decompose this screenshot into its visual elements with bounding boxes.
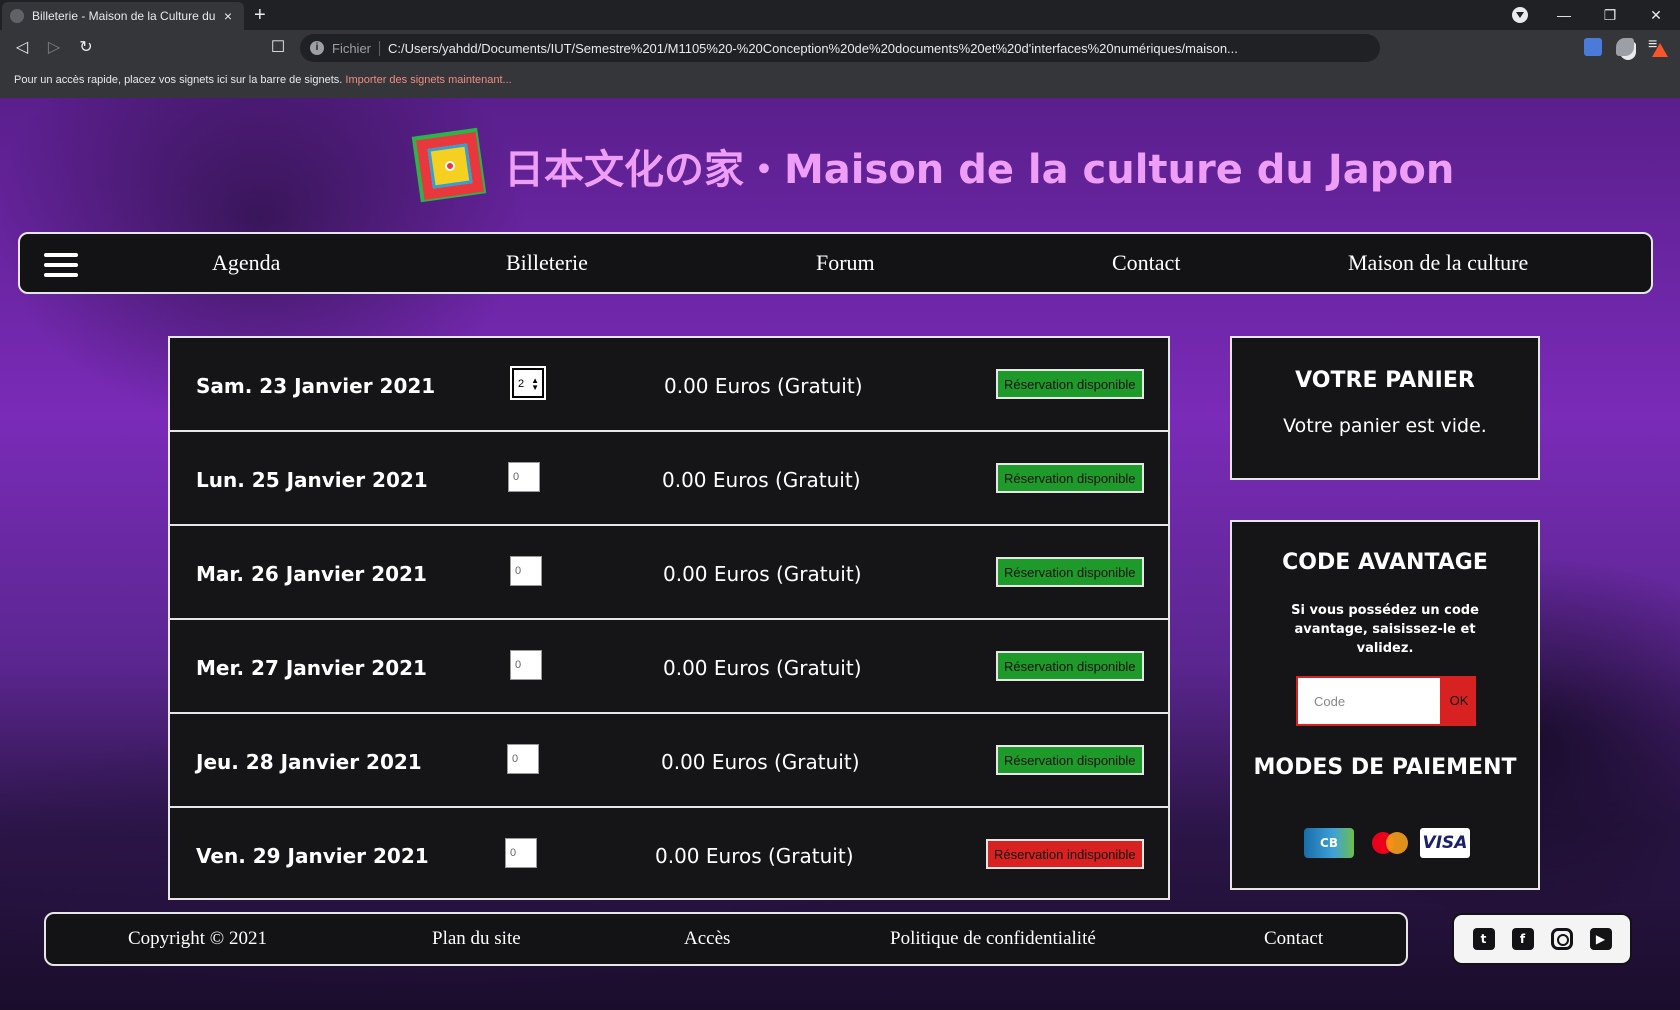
ticket-price: 0.00 Euros (Gratuit) (663, 562, 862, 586)
nav-item-agenda[interactable]: Agenda (212, 250, 280, 276)
instagram-icon[interactable] (1550, 928, 1573, 950)
promo-hint: Si vous possédez un code avantage, saisi… (1291, 603, 1479, 656)
promo-title: CODE AVANTAGE (1282, 550, 1488, 575)
nav-item-contact[interactable]: Contact (1112, 250, 1180, 276)
youtube-icon[interactable]: ▶ (1589, 928, 1612, 950)
forward-button[interactable]: ▷ (42, 36, 66, 60)
browser-menu-icon[interactable]: ≡ (1648, 36, 1657, 54)
status-badge: Réservation disponible (996, 369, 1144, 399)
footer-link-privacy[interactable]: Politique de confidentialité (890, 928, 1096, 950)
status-badge: Réservation indisponible (986, 839, 1144, 869)
payment-methods: CB VISA (1304, 828, 1470, 858)
status-badge: Réservation disponible (996, 463, 1144, 493)
back-button[interactable]: ◁ (10, 36, 34, 60)
status-badge: Réservation disponible (996, 651, 1144, 681)
footer-copyright: Copyright © 2021 (128, 928, 267, 949)
quantity-stepper[interactable]: 0 (510, 650, 542, 680)
promo-code-form: Code OK (1296, 676, 1476, 726)
close-window-button[interactable]: ✕ (1636, 2, 1676, 28)
promo-panel: CODE AVANTAGE Si vous possédez un code a… (1230, 520, 1540, 890)
ticket-price: 0.00 Euros (Gratuit) (655, 844, 854, 868)
hamburger-menu-icon[interactable] (44, 253, 78, 277)
bookmark-icon[interactable]: ☐ (266, 36, 290, 60)
footer-link-sitemap[interactable]: Plan du site (432, 928, 521, 950)
visa-card-icon: VISA (1420, 828, 1470, 858)
minimize-button[interactable]: — (1544, 2, 1584, 28)
bookmarks-bar: Pour un accès rapide, placez vos signets… (0, 66, 1680, 98)
ticket-date: Ven. 29 Janvier 2021 (196, 844, 429, 868)
twitter-icon[interactable]: t (1472, 928, 1495, 950)
ticket-date: Jeu. 28 Janvier 2021 (196, 750, 422, 774)
social-links: t f ▶ (1452, 913, 1632, 965)
nav-item-forum[interactable]: Forum (816, 250, 875, 276)
restore-button[interactable]: ❐ (1590, 2, 1630, 28)
site-header: 日本文化の家・Maison de la culture du Japon (410, 126, 1454, 206)
payment-title: MODES DE PAIEMENT (1253, 755, 1517, 780)
quantity-stepper[interactable]: 0 (505, 838, 537, 868)
main-nav: Agenda Billeterie Forum Contact Maison d… (18, 232, 1653, 294)
ticket-row: Mar. 26 Janvier 2021 0 0.00 Euros (Gratu… (170, 526, 1168, 620)
spinner-arrows-icon[interactable]: ▲ ▼ (531, 377, 539, 392)
site-logo[interactable] (410, 126, 490, 206)
site-footer: Copyright © 2021 Plan du site Accès Poli… (44, 912, 1408, 966)
ticket-row: Mer. 27 Janvier 2021 0 0.00 Euros (Gratu… (170, 620, 1168, 714)
ticket-price: 0.00 Euros (Gratuit) (662, 468, 861, 492)
ticket-date: Mar. 26 Janvier 2021 (196, 562, 427, 586)
info-icon[interactable]: i (310, 41, 324, 55)
status-badge: Réservation disponible (996, 557, 1144, 587)
page-background: 日本文化の家・Maison de la culture du Japon Age… (0, 98, 1680, 1010)
tab-close-icon[interactable]: × (220, 8, 236, 24)
footer-link-contact[interactable]: Contact (1264, 928, 1323, 950)
address-url[interactable]: C:/Users/yahdd/Documents/IUT/Semestre%20… (388, 41, 1370, 56)
ticket-row: Jeu. 28 Janvier 2021 0 0.00 Euros (Gratu… (170, 714, 1168, 808)
nav-item-billeterie[interactable]: Billeterie (506, 250, 588, 276)
address-bar[interactable]: i Fichier C:/Users/yahdd/Documents/IUT/S… (300, 34, 1668, 62)
ticket-list: Sam. 23 Janvier 2021 2 ▲ ▼ 0.00 Euros (Gra… (168, 336, 1170, 900)
bookmarks-message: Pour un accès rapide, placez vos signets… (14, 74, 343, 86)
reload-button[interactable]: ↻ (74, 36, 98, 60)
ticket-price: 0.00 Euros (Gratuit) (663, 656, 862, 680)
ticket-price: 0.00 Euros (Gratuit) (664, 374, 863, 398)
cb-card-icon: CB (1304, 828, 1354, 858)
browser-toolbar: ◁ ▷ ↻ ☐ i Fichier C:/Users/yahdd/Documen… (0, 30, 1680, 66)
promo-submit-button[interactable]: OK (1442, 676, 1476, 726)
address-scheme: Fichier (332, 40, 381, 56)
ticket-row: Lun. 25 Janvier 2021 0 0.00 Euros (Gratu… (170, 432, 1168, 526)
cart-panel: VOTRE PANIER Votre panier est vide. (1230, 336, 1540, 480)
ticket-row: Ven. 29 Janvier 2021 0 0.00 Euros (Gratu… (170, 808, 1168, 898)
ticket-row: Sam. 23 Janvier 2021 2 ▲ ▼ 0.00 Euros (Gra… (170, 338, 1168, 432)
quantity-value: 2 (518, 378, 525, 390)
cart-empty-message: Votre panier est vide. (1283, 415, 1487, 437)
import-bookmarks-link[interactable]: Importer des signets maintenant... (345, 74, 511, 86)
facebook-icon[interactable]: f (1511, 928, 1534, 950)
ticket-date: Lun. 25 Janvier 2021 (196, 468, 428, 492)
quantity-stepper[interactable]: 0 (510, 556, 542, 586)
site-title: 日本文化の家・Maison de la culture du Japon (504, 147, 1455, 193)
mastercard-icon (1368, 828, 1412, 858)
nav-item-maison[interactable]: Maison de la culture (1348, 250, 1528, 276)
ticket-date: Mer. 27 Janvier 2021 (196, 656, 427, 680)
quantity-stepper[interactable]: 2 ▲ ▼ (510, 366, 546, 400)
quantity-stepper[interactable]: 0 (508, 462, 540, 492)
quantity-stepper[interactable]: 0 (507, 744, 539, 774)
ticket-date: Sam. 23 Janvier 2021 (196, 374, 436, 398)
promo-code-input[interactable]: Code (1296, 676, 1442, 726)
profile-dropdown-icon[interactable] (1512, 7, 1528, 23)
globe-icon (10, 9, 24, 23)
browser-tab[interactable]: Billeterie - Maison de la Culture du Jap… (2, 2, 244, 30)
cart-title: VOTRE PANIER (1295, 368, 1475, 393)
extensions-puzzle-icon[interactable] (1616, 38, 1634, 56)
status-badge: Réservation disponible (996, 745, 1144, 775)
browser-tabbar: Billeterie - Maison de la Culture du Jap… (0, 0, 1680, 30)
translate-extension-icon[interactable] (1584, 38, 1602, 56)
new-tab-button[interactable]: + (254, 3, 266, 27)
tab-title: Billeterie - Maison de la Culture du Jap… (32, 9, 216, 23)
ticket-price: 0.00 Euros (Gratuit) (661, 750, 860, 774)
footer-link-acces[interactable]: Accès (684, 928, 730, 950)
